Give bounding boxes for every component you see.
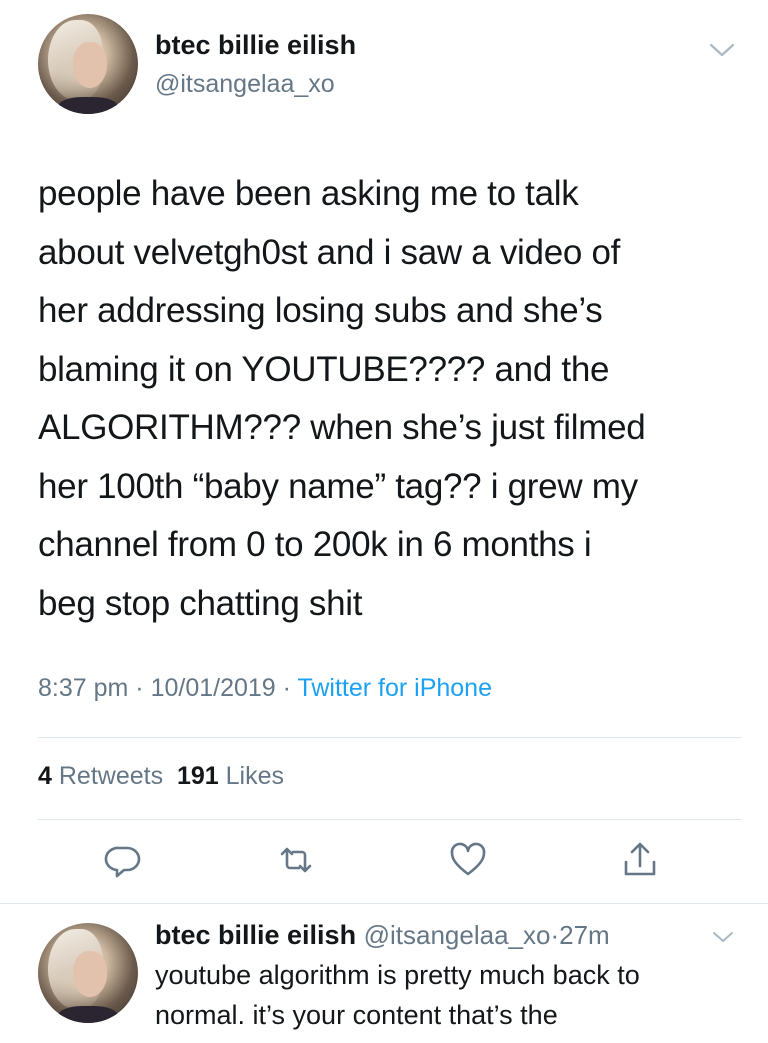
tweet-line: channel from 0 to 200k in 6 months i — [38, 525, 592, 564]
reply-line: normal. it’s your content that’s the — [155, 1000, 558, 1030]
tweet-meta: 8:37 pm · 10/01/2019 · Twitter for iPhon… — [38, 674, 492, 703]
reply-display-name[interactable]: btec billie eilish — [155, 920, 356, 950]
tweet-stats: 4 Retweets 191 Likes — [38, 762, 284, 791]
likes-count: 191 — [176, 762, 219, 790]
heart-icon[interactable] — [448, 840, 488, 880]
avatar[interactable] — [38, 14, 138, 114]
retweets-count: 4 — [38, 762, 52, 790]
meta-separator: · — [275, 674, 298, 702]
tweet-time: 8:37 pm — [38, 674, 129, 702]
divider — [38, 819, 742, 820]
handle[interactable]: @itsangelaa_xo — [155, 70, 335, 99]
divider — [0, 903, 768, 904]
chevron-down-icon[interactable] — [712, 930, 734, 944]
retweets-label: Retweets — [58, 762, 164, 790]
divider — [38, 737, 742, 738]
reply-header: btec billie eilish @itsangelaa_xo·27m — [155, 920, 610, 951]
likes-stat[interactable]: 191 Likes — [177, 762, 284, 790]
tweet-line: her addressing losing subs and she’s — [38, 291, 603, 330]
reply-avatar[interactable] — [38, 923, 138, 1023]
avatar-face — [73, 951, 107, 997]
chevron-down-icon[interactable] — [709, 42, 735, 58]
meta-separator: · — [128, 674, 151, 702]
share-icon[interactable] — [620, 840, 660, 880]
retweet-icon[interactable] — [276, 840, 316, 880]
reply-line: youtube algorithm is pretty much back to — [155, 960, 640, 990]
display-name[interactable]: btec billie eilish — [155, 30, 356, 61]
meta-separator: · — [550, 920, 560, 950]
avatar-face — [73, 42, 107, 88]
tweet-text: people have been asking me to talk about… — [38, 165, 738, 633]
tweet-line: about velvetgh0st and i saw a video of — [38, 232, 621, 272]
tweet-source-link[interactable]: Twitter for iPhone — [297, 674, 492, 702]
tweet-line: beg stop chatting shit — [38, 583, 363, 623]
avatar-shirt — [58, 1006, 118, 1023]
likes-label: Likes — [225, 762, 285, 790]
reply-text: youtube algorithm is pretty much back to… — [155, 955, 755, 1035]
tweet-line: people have been asking me to talk — [38, 174, 579, 213]
reply-handle[interactable]: @itsangelaa_xo — [364, 920, 551, 950]
tweet-line: her 100th “baby name” tag?? i grew my — [38, 466, 638, 506]
tweet-line: ALGORITHM??? when she’s just filmed — [38, 408, 646, 447]
reply-icon[interactable] — [103, 840, 143, 880]
retweets-stat[interactable]: 4 Retweets — [38, 762, 163, 790]
tweet-date: 10/01/2019 — [150, 674, 276, 702]
avatar-shirt — [58, 97, 118, 114]
tweet-line: blaming it on YOUTUBE???? and the — [38, 349, 610, 389]
reply-age: 27m — [559, 920, 610, 950]
